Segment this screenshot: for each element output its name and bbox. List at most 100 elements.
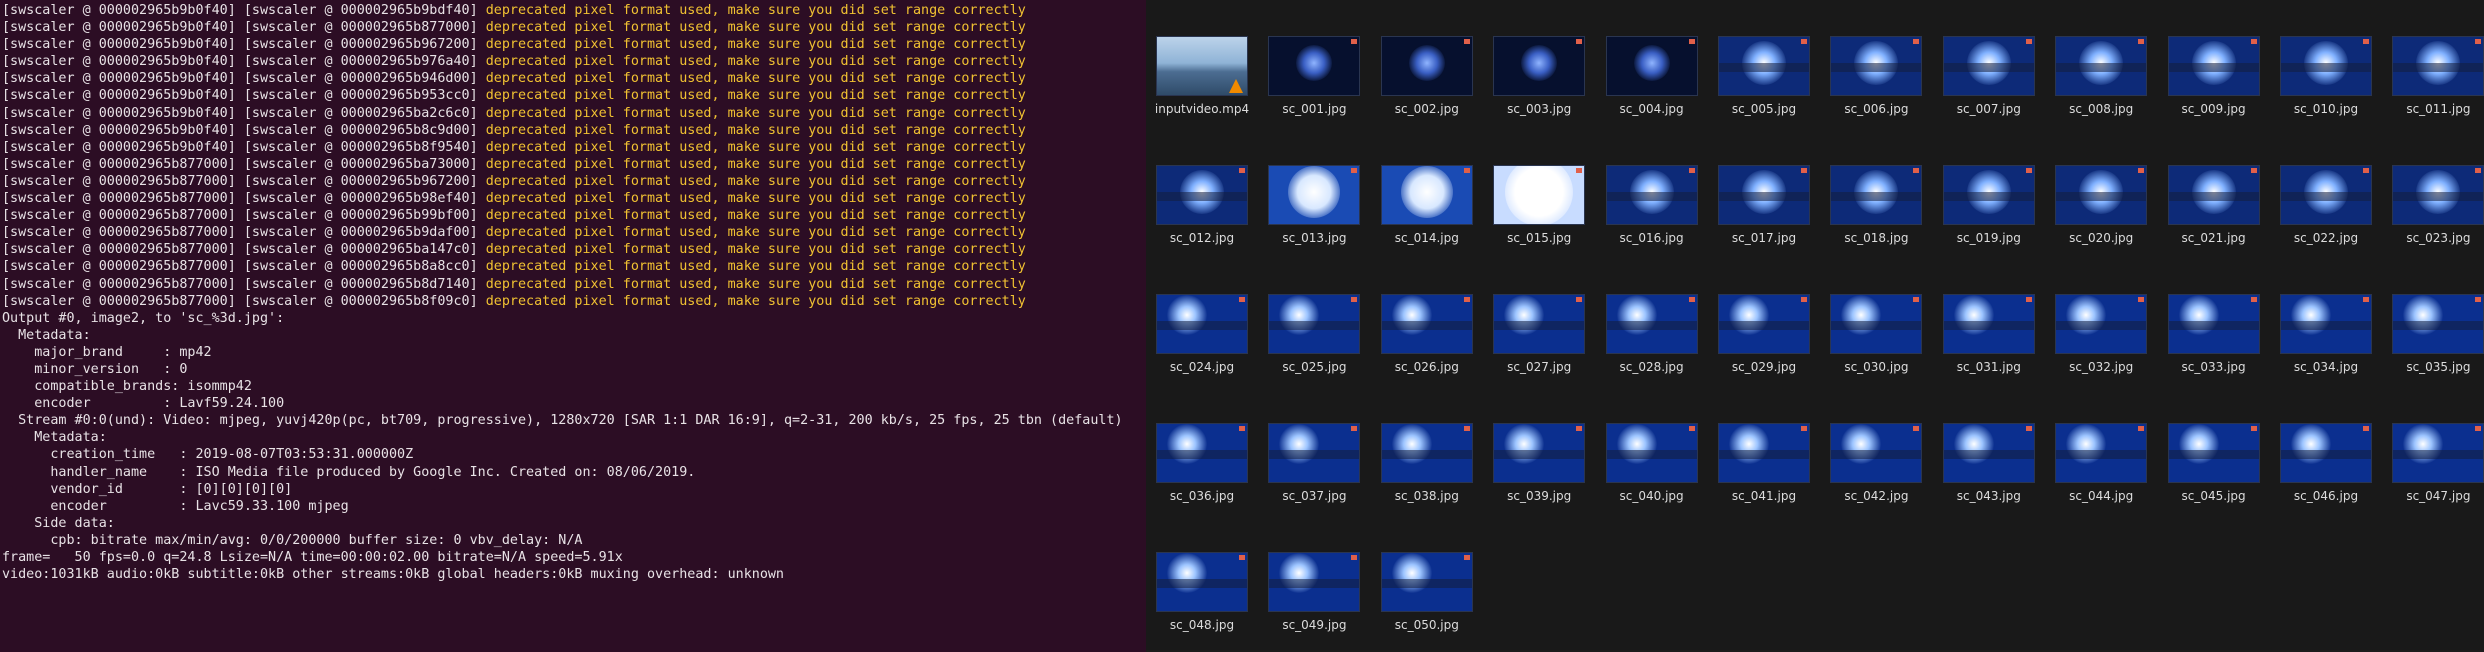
file-item[interactable]: sc_036.jpg: [1146, 423, 1258, 503]
file-item[interactable]: sc_011.jpg: [2382, 36, 2484, 116]
file-item[interactable]: sc_009.jpg: [2158, 36, 2270, 116]
warning-message: deprecated pixel format used, make sure …: [485, 20, 1026, 36]
file-item[interactable]: sc_004.jpg: [1596, 36, 1708, 116]
file-item[interactable]: sc_013.jpg: [1258, 165, 1370, 245]
terminal-line: Metadata:: [0, 429, 1146, 446]
file-item[interactable]: sc_021.jpg: [2158, 165, 2270, 245]
file-item[interactable]: sc_038.jpg: [1371, 423, 1483, 503]
warning-message: deprecated pixel format used, make sure …: [485, 276, 1026, 292]
terminal-line: [swscaler @ 000002965b877000] [swscaler …: [0, 173, 1146, 190]
file-item[interactable]: sc_034.jpg: [2270, 294, 2382, 374]
file-item[interactable]: sc_020.jpg: [2045, 165, 2157, 245]
file-item[interactable]: sc_032.jpg: [2045, 294, 2157, 374]
file-item[interactable]: inputvideo.mp4: [1146, 36, 1258, 116]
file-item[interactable]: sc_014.jpg: [1371, 165, 1483, 245]
file-item[interactable]: sc_041.jpg: [1708, 423, 1820, 503]
image-thumbnail: [1942, 294, 2035, 354]
terminal-line-text: creation_time : 2019-08-07T03:53:31.0000…: [2, 447, 414, 463]
file-name: sc_024.jpg: [1169, 360, 1235, 374]
file-item[interactable]: sc_015.jpg: [1483, 165, 1595, 245]
file-item[interactable]: sc_028.jpg: [1596, 294, 1708, 374]
file-name: sc_025.jpg: [1282, 360, 1347, 374]
image-thumbnail: [2055, 294, 2148, 354]
file-item[interactable]: sc_012.jpg: [1146, 165, 1258, 245]
file-item[interactable]: sc_019.jpg: [1933, 165, 2045, 245]
file-name: sc_044.jpg: [2069, 489, 2134, 503]
file-name: sc_011.jpg: [2406, 102, 2471, 116]
file-name: sc_037.jpg: [1282, 489, 1347, 503]
warning-message: deprecated pixel format used, make sure …: [485, 105, 1026, 121]
file-item[interactable]: sc_047.jpg: [2382, 423, 2484, 503]
warning-message: deprecated pixel format used, make sure …: [485, 208, 1026, 224]
file-name: sc_035.jpg: [2406, 360, 2471, 374]
file-name: sc_033.jpg: [2181, 360, 2246, 374]
image-thumbnail: [1380, 165, 1473, 225]
file-name: sc_005.jpg: [1731, 102, 1797, 116]
terminal-line: minor_version : 0: [0, 361, 1146, 378]
file-item[interactable]: sc_046.jpg: [2270, 423, 2382, 503]
terminal-line-text: major_brand : mp42: [2, 344, 212, 360]
file-name: sc_007.jpg: [1956, 102, 2021, 116]
image-thumbnail: [2280, 294, 2372, 354]
terminal-line-text: vendor_id : [0][0][0][0]: [2, 481, 293, 497]
file-item[interactable]: sc_023.jpg: [2382, 165, 2484, 245]
file-item[interactable]: sc_024.jpg: [1146, 294, 1258, 374]
file-item[interactable]: sc_005.jpg: [1708, 36, 1820, 116]
file-item[interactable]: sc_022.jpg: [2270, 165, 2382, 245]
file-item[interactable]: sc_006.jpg: [1820, 36, 1932, 116]
file-name: sc_013.jpg: [1282, 231, 1347, 245]
file-item[interactable]: sc_007.jpg: [1933, 36, 2045, 116]
file-item[interactable]: sc_003.jpg: [1483, 36, 1595, 116]
file-name: sc_017.jpg: [1731, 231, 1797, 245]
image-thumbnail: [2280, 36, 2372, 96]
file-item[interactable]: sc_039.jpg: [1483, 423, 1595, 503]
file-name: sc_047.jpg: [2406, 489, 2471, 503]
file-item[interactable]: sc_042.jpg: [1820, 423, 1932, 503]
file-item[interactable]: sc_030.jpg: [1820, 294, 1932, 374]
file-name: sc_032.jpg: [2069, 360, 2134, 374]
file-item[interactable]: sc_018.jpg: [1820, 165, 1932, 245]
terminal-line: [swscaler @ 000002965b9b0f40] [swscaler …: [0, 122, 1146, 139]
terminal-line-text: [swscaler @ 000002965b9b0f40] [swscaler …: [2, 71, 486, 87]
warning-message: deprecated pixel format used, make sure …: [485, 54, 1026, 70]
file-name: sc_015.jpg: [1507, 231, 1572, 245]
image-thumbnail: [2280, 165, 2372, 225]
terminal-line-text: compatible_brands: isommp42: [2, 379, 252, 395]
file-name: sc_038.jpg: [1394, 489, 1459, 503]
file-item[interactable]: sc_044.jpg: [2045, 423, 2157, 503]
terminal-window[interactable]: [swscaler @ 000002965b9b0f40] [swscaler …: [0, 0, 1146, 652]
file-item[interactable]: sc_001.jpg: [1258, 36, 1370, 116]
file-item[interactable]: sc_010.jpg: [2270, 36, 2382, 116]
file-item[interactable]: sc_035.jpg: [2382, 294, 2484, 374]
file-item[interactable]: sc_026.jpg: [1371, 294, 1483, 374]
warning-message: deprecated pixel format used, make sure …: [485, 225, 1026, 241]
file-item[interactable]: sc_050.jpg: [1371, 552, 1483, 632]
file-item[interactable]: sc_031.jpg: [1933, 294, 2045, 374]
terminal-line: [swscaler @ 000002965b9b0f40] [swscaler …: [0, 87, 1146, 104]
file-item[interactable]: sc_049.jpg: [1258, 552, 1370, 632]
file-item[interactable]: sc_040.jpg: [1596, 423, 1708, 503]
file-item[interactable]: sc_033.jpg: [2158, 294, 2270, 374]
file-name: sc_040.jpg: [1619, 489, 1684, 503]
file-item[interactable]: sc_016.jpg: [1596, 165, 1708, 245]
file-item[interactable]: sc_037.jpg: [1258, 423, 1370, 503]
image-thumbnail: [2167, 36, 2260, 96]
terminal-line-text: video:1031kB audio:0kB subtitle:0kB othe…: [2, 567, 784, 583]
image-thumbnail: [2167, 165, 2260, 225]
file-item[interactable]: sc_043.jpg: [1933, 423, 2045, 503]
file-item[interactable]: sc_048.jpg: [1146, 552, 1258, 632]
file-item[interactable]: sc_002.jpg: [1371, 36, 1483, 116]
file-item[interactable]: sc_025.jpg: [1258, 294, 1370, 374]
warning-message: deprecated pixel format used, make sure …: [485, 293, 1026, 309]
terminal-line-text: [swscaler @ 000002965b877000] [swscaler …: [2, 225, 486, 241]
file-item[interactable]: sc_008.jpg: [2045, 36, 2157, 116]
file-item[interactable]: sc_045.jpg: [2158, 423, 2270, 503]
file-item[interactable]: sc_027.jpg: [1483, 294, 1595, 374]
terminal-line: compatible_brands: isommp42: [0, 378, 1146, 395]
terminal-line-text: handler_name : ISO Media file produced b…: [2, 464, 696, 480]
file-item[interactable]: sc_017.jpg: [1708, 165, 1820, 245]
terminal-line: [swscaler @ 000002965b9b0f40] [swscaler …: [0, 53, 1146, 70]
terminal-line: [swscaler @ 000002965b877000] [swscaler …: [0, 190, 1146, 207]
image-thumbnail: [1380, 36, 1473, 96]
file-item[interactable]: sc_029.jpg: [1708, 294, 1820, 374]
